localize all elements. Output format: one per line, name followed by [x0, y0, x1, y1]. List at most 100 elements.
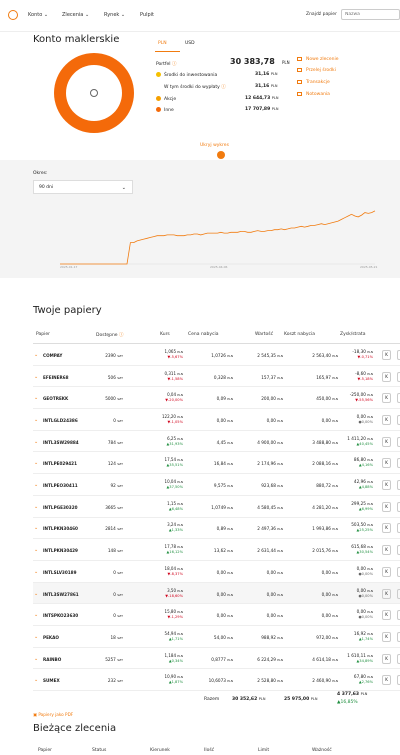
- orders-col-kierunek[interactable]: Kierunek: [150, 748, 170, 753]
- table-row[interactable]: ⌄ INTLPKN30460 2814 SZT 3,24 PLN ▲1,33% 0,89 …: [33, 518, 400, 540]
- holdings-pdf-link[interactable]: ▣ Papiery jako PDF: [33, 712, 73, 717]
- profit-loss-num: 299,25: [351, 500, 366, 506]
- table-row[interactable]: ⌄ SUMEX 232 SZT 10,90 PLN ▲1,87% 10,6073 PLN 2…: [33, 670, 400, 692]
- security-name[interactable]: EFEINER68: [43, 375, 69, 380]
- table-row[interactable]: ⌄ INTSPKO23630 0 SZT 15,80 PLN ▼-1,29% 0,00 P…: [33, 604, 400, 627]
- chevron-down-icon[interactable]: ⌄: [34, 591, 38, 597]
- nav-rynek[interactable]: Rynek ⌄: [104, 12, 125, 18]
- buy-button[interactable]: K: [382, 501, 391, 512]
- period-select[interactable]: 90 dni ⌄: [33, 180, 133, 194]
- chevron-down-icon[interactable]: ⌄: [34, 547, 38, 553]
- nav-konto[interactable]: Konto ⌄: [28, 12, 48, 18]
- new-order-link[interactable]: Nowe zlecenie: [297, 57, 339, 62]
- nav-pulpit[interactable]: Pulpit: [140, 12, 154, 18]
- chevron-down-icon[interactable]: ⌄: [34, 417, 38, 423]
- security-name[interactable]: SUMEX: [43, 678, 60, 683]
- chevron-down-icon[interactable]: ⌄: [34, 460, 38, 466]
- buy-button[interactable]: K: [382, 458, 391, 469]
- available-qty-num: 0: [113, 417, 116, 423]
- market-value-num: 200,00: [261, 396, 276, 402]
- chevron-down-icon[interactable]: ⌄: [34, 439, 38, 445]
- table-row[interactable]: ⌄ COMPAY 2390 SZT 1,065 PLN ▼-5,67% 1,0726 PL…: [33, 344, 400, 366]
- orders-col-ilosc[interactable]: Ilość: [204, 748, 214, 753]
- col-kurs[interactable]: Kurs: [160, 332, 170, 337]
- buy-button[interactable]: K: [382, 588, 391, 599]
- orders-col-status[interactable]: Status: [92, 748, 106, 753]
- chevron-down-icon[interactable]: ⌄: [34, 395, 38, 401]
- chevron-down-icon[interactable]: ⌄: [34, 482, 38, 488]
- buy-button[interactable]: K: [382, 371, 391, 382]
- buy-button[interactable]: K: [382, 480, 391, 491]
- profit-loss: 0,00 PLN: [323, 566, 373, 571]
- chevron-down-icon[interactable]: ⌄: [34, 504, 38, 510]
- table-row[interactable]: ⌄ INTLPE029421 124 SZT 17,54 PLN ▲35,51% 16,8…: [33, 453, 400, 475]
- security-name[interactable]: PEKAO: [43, 635, 59, 640]
- table-row[interactable]: ⌄ EFEINER68 506 SZT 0,311 PLN ▼-1,58% 0,328 P…: [33, 366, 400, 388]
- buy-button[interactable]: K: [382, 393, 391, 404]
- transfer-link[interactable]: Przelej środki: [297, 68, 336, 73]
- nav-zlecenia[interactable]: Zlecenia ⌄: [62, 12, 89, 18]
- chevron-down-icon[interactable]: ⌄: [34, 525, 38, 531]
- orders-col-papier[interactable]: Papier: [38, 748, 52, 753]
- buy-button[interactable]: K: [382, 675, 391, 686]
- purchase-price-num: 1,0726: [211, 352, 226, 358]
- table-row[interactable]: ⌄ PEKAO 18 SZT 54,94 PLN ▲1,71% 54,00 PLN 988,…: [33, 626, 400, 648]
- transactions-link[interactable]: Transakcje: [297, 80, 330, 85]
- table-row[interactable]: ⌄ INTLGLD24386 0 SZT 122,20 PLN ▼-1,05% 0,00 …: [33, 409, 400, 431]
- buy-button[interactable]: K: [382, 523, 391, 534]
- security-name[interactable]: GEOTREKK: [43, 396, 68, 401]
- chevron-down-icon[interactable]: ⌄: [34, 612, 38, 618]
- chevron-down-icon[interactable]: ⌄: [34, 569, 38, 575]
- table-row[interactable]: ⌄ RAINBO 5257 SZT 1,184 PLN ▲0,34% 0,8777 PLN…: [33, 648, 400, 670]
- col-koszt-nabycia[interactable]: Koszt nabycia: [284, 332, 315, 337]
- chevron-down-icon[interactable]: ⌄: [34, 374, 38, 380]
- collapse-chart-button[interactable]: [217, 151, 225, 159]
- chevron-down-icon[interactable]: ⌄: [34, 656, 38, 662]
- table-row[interactable]: ⌄ GEOTREKK 5000 SZT 0,04 PLN ▼-20,00% 0,09 PL…: [33, 387, 400, 410]
- buy-button[interactable]: K: [382, 610, 391, 621]
- table-row[interactable]: ⌄ INTLPEO30411 92 SZT 10,04 PLN ▲37,50% 9,575…: [33, 474, 400, 496]
- buy-button[interactable]: K: [382, 436, 391, 447]
- orders-col-waznosc[interactable]: Ważność: [312, 748, 332, 753]
- col-papier[interactable]: Papier: [36, 332, 50, 337]
- security-name[interactable]: INTLSLV30189: [43, 570, 77, 575]
- total-profit-currency: PLN: [360, 692, 368, 696]
- chevron-down-icon[interactable]: ⌄: [34, 634, 38, 640]
- table-row[interactable]: ⌄ INTL3SW29884 784 SZT 6,25 PLN ▲31,93% 4,45 …: [33, 431, 400, 453]
- col-dostepne[interactable]: Dostępne ⓘ: [96, 332, 124, 338]
- security-name[interactable]: COMPAY: [43, 353, 62, 358]
- table-row[interactable]: ⌄ INTLPKN30429 148 SZT 17,78 PLN ▲16,12% 13,6…: [33, 539, 400, 561]
- market-value: 2 174,96 PLN: [233, 461, 283, 466]
- tab-pln[interactable]: PLN: [158, 41, 167, 46]
- chevron-down-icon[interactable]: ⌄: [34, 352, 38, 358]
- buy-button[interactable]: K: [382, 631, 391, 642]
- col-cena-nabycia[interactable]: Cena nabycia: [188, 332, 219, 337]
- quotes-link[interactable]: Notowania: [297, 92, 330, 97]
- hide-chart-link[interactable]: Ukryj wykres: [200, 143, 229, 148]
- withdraw-value: 31,16 PLN: [255, 84, 278, 89]
- home-icon[interactable]: [8, 10, 18, 20]
- orders-col-limit[interactable]: Limit: [258, 748, 269, 753]
- table-row[interactable]: ⌄ INTL3SW27861 0 SZT 3,50 PLN ▼-18,60% 0,00 P…: [33, 582, 400, 605]
- transfer-label: Przelej środki: [306, 68, 336, 73]
- chevron-down-icon[interactable]: ⌄: [34, 677, 38, 683]
- buy-button[interactable]: K: [382, 653, 391, 664]
- buy-button[interactable]: K: [382, 566, 391, 577]
- buy-button[interactable]: K: [382, 414, 391, 425]
- security-name[interactable]: RAINBO: [43, 657, 61, 662]
- table-row[interactable]: ⌄ INTLPGE30320 3665 SZT 1,15 PLN ▲6,48% 1,074…: [33, 496, 400, 518]
- col-zysk-strata[interactable]: Zysk/strata: [340, 332, 365, 337]
- security-name[interactable]: INTLPE029421: [43, 461, 77, 466]
- available-qty: 0 SZT: [73, 418, 123, 423]
- col-wartosc[interactable]: Wartość: [255, 332, 273, 337]
- price-num: 1,184: [164, 652, 176, 658]
- search-input[interactable]: [341, 9, 400, 20]
- buy-button[interactable]: K: [382, 349, 391, 360]
- price-change: ▼-1,05%: [133, 420, 183, 424]
- available-qty: 0 SZT: [73, 570, 123, 575]
- table-row[interactable]: ⌄ INTLSLV30189 0 SZT 18,04 PLN ▼-8,37% 0,00 P…: [33, 561, 400, 583]
- tab-usd[interactable]: USD: [185, 41, 195, 46]
- buy-button[interactable]: K: [382, 545, 391, 556]
- purchase-price: 9,575 PLN: [183, 483, 233, 488]
- price-change-num: -1,58%: [170, 376, 183, 381]
